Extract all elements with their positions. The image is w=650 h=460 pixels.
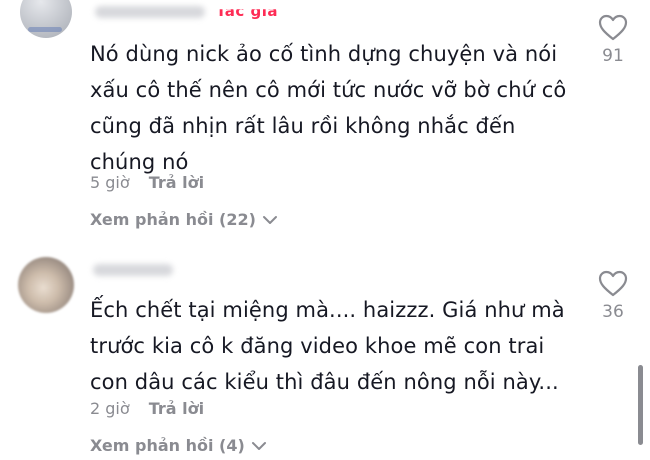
view-replies-label: Xem phản hồi (4) xyxy=(90,436,245,455)
avatar[interactable] xyxy=(18,257,74,313)
comment-time: 5 giờ xyxy=(90,173,130,192)
author-tag: Tác giả xyxy=(216,2,279,20)
comment-text: Nó dùng nick ảo cố tình dựng chuyện và n… xyxy=(90,42,567,174)
chevron-down-icon xyxy=(262,215,277,224)
avatar[interactable] xyxy=(20,0,72,38)
reply-button[interactable]: Trả lời xyxy=(149,173,204,192)
chevron-down-icon xyxy=(251,441,266,450)
scrollbar[interactable] xyxy=(638,365,643,445)
username-blurred[interactable] xyxy=(93,264,173,276)
like-count: 91 xyxy=(602,46,624,66)
reply-button[interactable]: Trả lời xyxy=(149,399,204,418)
comment-meta: 5 giờ Trả lời xyxy=(90,173,204,192)
comment-meta: 2 giờ Trả lời xyxy=(90,399,204,418)
like-button[interactable]: 36 xyxy=(593,270,633,322)
view-replies-label: Xem phản hồi (22) xyxy=(90,210,256,229)
view-replies-button[interactable]: Xem phản hồi (4) xyxy=(90,436,267,455)
like-count: 36 xyxy=(602,302,624,322)
comment-time: 2 giờ xyxy=(90,399,130,418)
like-button[interactable]: 91 xyxy=(593,14,633,66)
heart-outline-icon xyxy=(598,270,628,297)
heart-outline-icon xyxy=(598,14,628,41)
comment-text: Ếch chết tại miệng mà.... haizzz. Giá nh… xyxy=(90,298,565,394)
view-replies-button[interactable]: Xem phản hồi (22) xyxy=(90,210,278,229)
username-blurred[interactable] xyxy=(95,6,205,18)
